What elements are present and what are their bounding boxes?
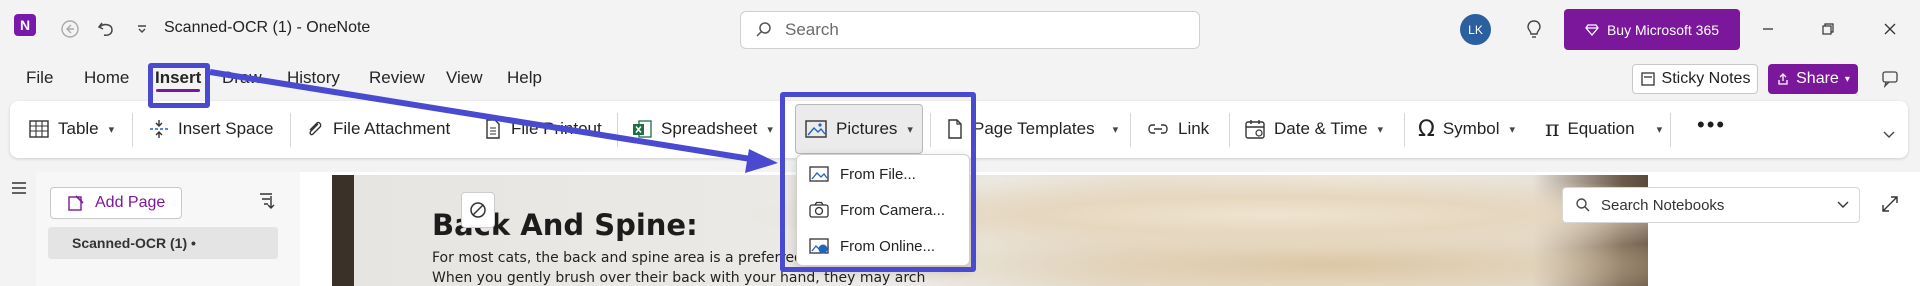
annotation-arrow [209, 69, 778, 173]
